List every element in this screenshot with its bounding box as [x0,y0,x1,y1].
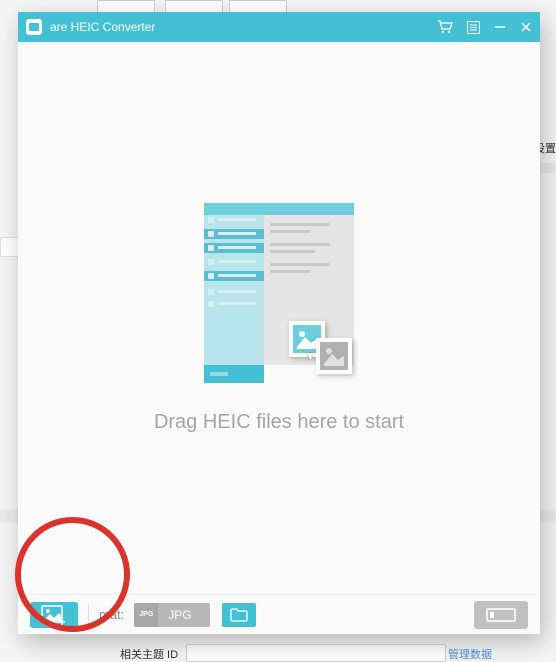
format-badge: JPG [134,603,158,627]
app-icon [26,19,42,35]
output-folder-button[interactable] [222,603,256,627]
close-icon[interactable] [520,21,532,33]
cart-icon[interactable] [437,20,453,34]
drop-area[interactable]: Drag HEIC files here to start [18,42,540,594]
app-window: are HEIC Converter [18,12,540,634]
convert-icon [485,606,517,624]
divider [88,603,89,627]
titlebar: are HEIC Converter [18,12,540,42]
format-label: mat: [99,607,124,622]
add-image-button[interactable] [30,602,78,628]
add-image-icon [41,605,67,625]
folder-icon [230,608,248,622]
minimize-icon[interactable] [494,21,506,33]
bottombar: mat: JPG JPG [18,594,540,634]
format-select[interactable]: JPG JPG [134,603,209,627]
bg-bottom-label: 相关主题 ID [120,646,178,662]
bg-bottom-input [186,644,446,662]
drop-instruction: Drag HEIC files here to start [154,411,404,434]
convert-button[interactable] [474,601,528,629]
photo-icon [316,338,352,374]
format-value: JPG [158,608,209,622]
bg-bottom-link: 管理数据 [448,646,492,662]
list-icon[interactable] [467,21,480,34]
app-title: are HEIC Converter [50,20,437,34]
drop-illustration [204,203,354,393]
